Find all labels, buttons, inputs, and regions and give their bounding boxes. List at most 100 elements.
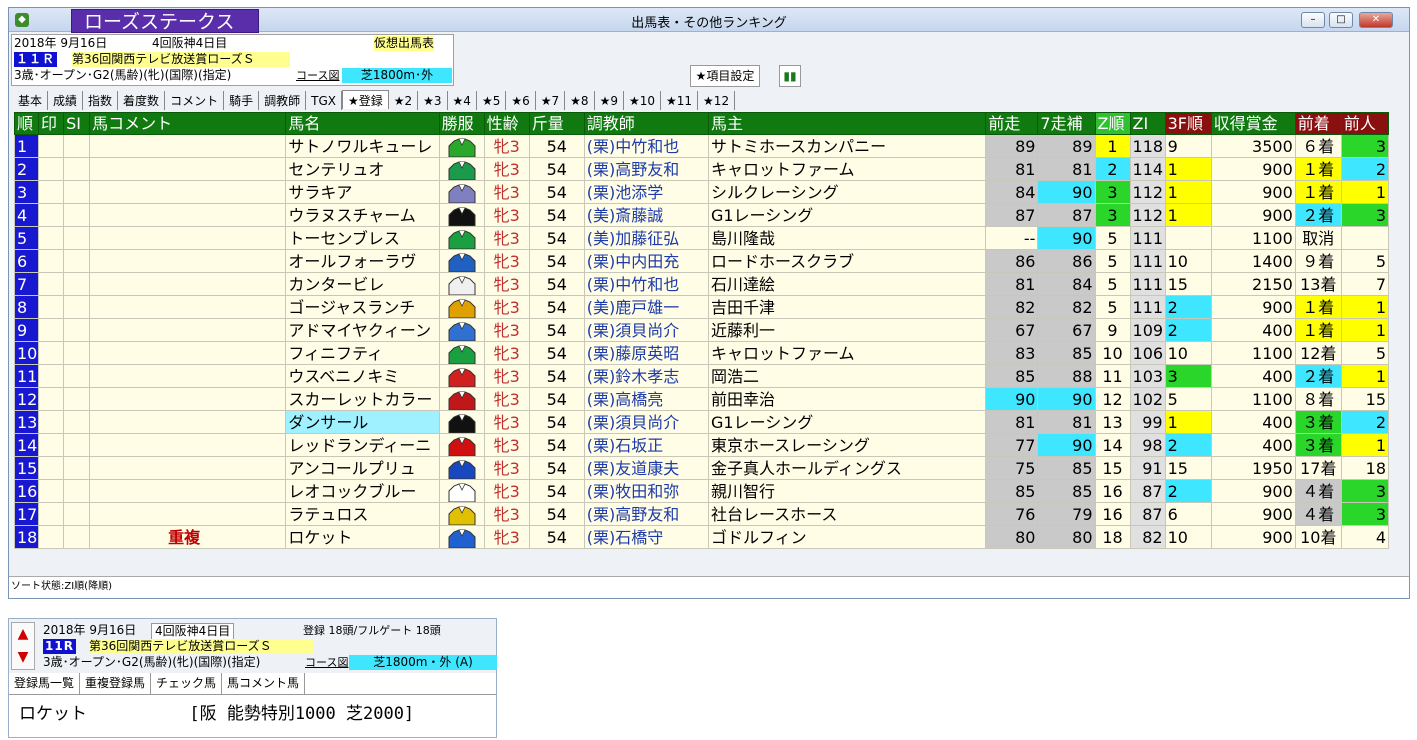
tab-15[interactable]: ★8 [565, 91, 595, 110]
mark-cell[interactable] [38, 134, 65, 158]
person-icon[interactable]: ▮▮ [779, 65, 801, 87]
horse-comment[interactable] [89, 272, 287, 296]
horse-comment[interactable] [89, 341, 287, 365]
column-header[interactable]: Z順 [1094, 112, 1131, 135]
table-row[interactable]: 6 オールフォーラヴ 牝3 54 (栗)中内田充 ロードホースクラブ 86 86 5 111 10 1… [13, 249, 1390, 273]
mark-cell[interactable] [38, 387, 65, 411]
table-row[interactable]: 18 重複 ロケット 牝3 54 (栗)石橋守 ゴドルフィン 80 80 18 82 10 900 10着… [13, 525, 1390, 549]
table-row[interactable]: 3 サラキア 牝3 54 (栗)池添学 シルクレーシング 84 90 3 112 1 900 １着 1 [13, 180, 1390, 204]
column-header[interactable]: 順 [13, 112, 40, 135]
horse-comment[interactable] [89, 134, 287, 158]
table-row[interactable]: 8 ゴージャスランチ 牝3 54 (美)鹿戸雄一 吉田千津 82 82 5 111 2 900 １着 1 [13, 295, 1390, 319]
column-header[interactable]: 前人 [1340, 112, 1390, 135]
tab-11[interactable]: ★4 [448, 91, 477, 110]
tab-5[interactable]: 騎手 [224, 91, 260, 110]
mark-cell[interactable] [38, 364, 65, 388]
item-settings-button[interactable]: ★項目設定 [690, 65, 760, 87]
mark-cell[interactable] [38, 479, 65, 503]
column-header[interactable]: 調教師 [583, 112, 709, 135]
tab-7[interactable]: TGX [306, 91, 342, 110]
table-row[interactable]: 4 ウラヌスチャーム 牝3 54 (美)斎藤誠 G1レーシング 87 87 3 112 1 900 ２着… [13, 203, 1390, 227]
course-map-link[interactable]: コース図 [296, 68, 339, 83]
next-race-arrow-icon[interactable]: ▼ [12, 646, 34, 669]
column-header[interactable]: 収得賞金 [1210, 112, 1296, 135]
horse-comment[interactable] [89, 249, 287, 273]
column-header[interactable]: 前走 [985, 112, 1039, 135]
column-header[interactable]: 性齢 [483, 112, 530, 135]
horse-comment[interactable] [89, 226, 287, 250]
horse-comment[interactable] [89, 387, 287, 411]
tab-14[interactable]: ★7 [536, 91, 566, 110]
mark-cell[interactable] [38, 525, 65, 549]
column-header[interactable]: 7走補 [1037, 112, 1096, 135]
tab-10[interactable]: ★3 [418, 91, 448, 110]
bottom-tab-1[interactable]: 重複登録馬 [80, 673, 152, 694]
bottom-course-map-link[interactable]: コース図 [305, 655, 348, 670]
horse-comment[interactable] [89, 295, 287, 319]
tab-16[interactable]: ★9 [595, 91, 624, 110]
bottom-tab-2[interactable]: チェック馬 [151, 673, 223, 694]
table-row[interactable]: 5 トーセンブレス 牝3 54 (美)加藤征弘 島川隆哉 -- 90 5 111 1100 取消 [13, 226, 1390, 250]
maximize-button[interactable]: □ [1329, 12, 1353, 28]
mark-cell[interactable] [38, 203, 65, 227]
horse-comment[interactable] [89, 502, 287, 526]
bottom-tab-0[interactable]: 登録馬一覧 [9, 673, 81, 694]
mark-cell[interactable] [38, 295, 65, 319]
column-header[interactable]: ZI [1129, 112, 1166, 135]
mark-cell[interactable] [38, 180, 65, 204]
mark-cell[interactable] [38, 157, 65, 181]
prev-race-arrow-icon[interactable]: ▲ [12, 623, 34, 646]
bottom-tab-3[interactable]: 馬コメント馬 [222, 673, 306, 694]
column-header[interactable]: 3F順 [1164, 112, 1212, 135]
mark-cell[interactable] [38, 433, 65, 457]
horse-comment[interactable] [89, 318, 287, 342]
table-row[interactable]: 12 スカーレットカラー 牝3 54 (栗)高橋亮 前田幸治 90 90 12 102 5 1100 ８… [13, 387, 1390, 411]
mark-cell[interactable] [38, 272, 65, 296]
close-button[interactable]: ✕ [1359, 12, 1393, 28]
tab-3[interactable]: 着度数 [118, 91, 166, 110]
tab-12[interactable]: ★5 [477, 91, 507, 110]
horse-comment[interactable]: 重複 [89, 525, 287, 549]
horse-comment[interactable] [89, 433, 287, 457]
table-row[interactable]: 2 センテリュオ 牝3 54 (栗)高野友和 キャロットファーム 81 81 2 114 1 900 １… [13, 157, 1390, 181]
table-row[interactable]: 13 ダンサール 牝3 54 (栗)須貝尚介 G1レーシング 81 81 13 99 1 400 ３着 2 [13, 410, 1390, 434]
mark-cell[interactable] [38, 249, 65, 273]
table-row[interactable]: 16 レオコックブルー 牝3 54 (栗)牧田和弥 親川智行 85 85 16 87 2 900 ４着 3 [13, 479, 1390, 503]
table-row[interactable]: 9 アドマイヤクィーン 牝3 54 (栗)須貝尚介 近藤利一 67 67 9 109 2 400 １着 1 [13, 318, 1390, 342]
table-row[interactable]: 1 サトノワルキューレ 牝3 54 (栗)中竹和也 サトミホースカンパニー 89 89 1 118… [13, 134, 1390, 158]
mark-cell[interactable] [38, 456, 65, 480]
table-row[interactable]: 11 ウスベニノキミ 牝3 54 (栗)鈴木孝志 岡浩二 85 88 11 103 3 400 ２着 1 [13, 364, 1390, 388]
column-header[interactable]: 勝服 [438, 112, 485, 135]
column-header[interactable]: 前着 [1294, 112, 1342, 135]
horse-comment[interactable] [89, 180, 287, 204]
tab-13[interactable]: ★6 [506, 91, 536, 110]
table-row[interactable]: 17 ラテュロス 牝3 54 (栗)高野友和 社台レースホース 76 79 16 87 6 900 ４着… [13, 502, 1390, 526]
mark-cell[interactable] [38, 318, 65, 342]
tab-9[interactable]: ★2 [389, 91, 419, 110]
table-row[interactable]: 7 カンタービレ 牝3 54 (栗)中竹和也 石川達絵 81 84 5 111 15 2150 13着 7 [13, 272, 1390, 296]
column-header[interactable]: SI [63, 112, 91, 135]
tab-8[interactable]: ★登録 [341, 90, 389, 109]
tab-2[interactable]: 指数 [83, 91, 119, 110]
tab-1[interactable]: 成績 [48, 91, 84, 110]
tab-19[interactable]: ★12 [698, 91, 736, 110]
horse-comment[interactable] [89, 479, 287, 503]
horse-comment[interactable] [89, 410, 287, 434]
mark-cell[interactable] [38, 410, 65, 434]
tab-18[interactable]: ★11 [661, 91, 699, 110]
column-header[interactable]: 馬コメント [89, 112, 287, 135]
horse-comment[interactable] [89, 456, 287, 480]
tab-6[interactable]: 調教師 [259, 91, 307, 110]
column-header[interactable]: 斤量 [528, 112, 585, 135]
horse-comment[interactable] [89, 157, 287, 181]
column-header[interactable]: 馬名 [285, 112, 440, 135]
column-header[interactable]: 印 [38, 112, 65, 135]
tab-4[interactable]: コメント [165, 91, 225, 110]
mark-cell[interactable] [38, 341, 65, 365]
tab-17[interactable]: ★10 [624, 91, 662, 110]
column-header[interactable]: 馬主 [707, 112, 987, 135]
table-row[interactable]: 14 レッドランディーニ 牝3 54 (栗)石坂正 東京ホースレーシング 77 90 14 98 2… [13, 433, 1390, 457]
table-row[interactable]: 10 フィニフティ 牝3 54 (栗)藤原英昭 キャロットファーム 83 85 10 106 10 1… [13, 341, 1390, 365]
horse-comment[interactable] [89, 203, 287, 227]
tab-0[interactable]: 基本 [13, 91, 49, 110]
